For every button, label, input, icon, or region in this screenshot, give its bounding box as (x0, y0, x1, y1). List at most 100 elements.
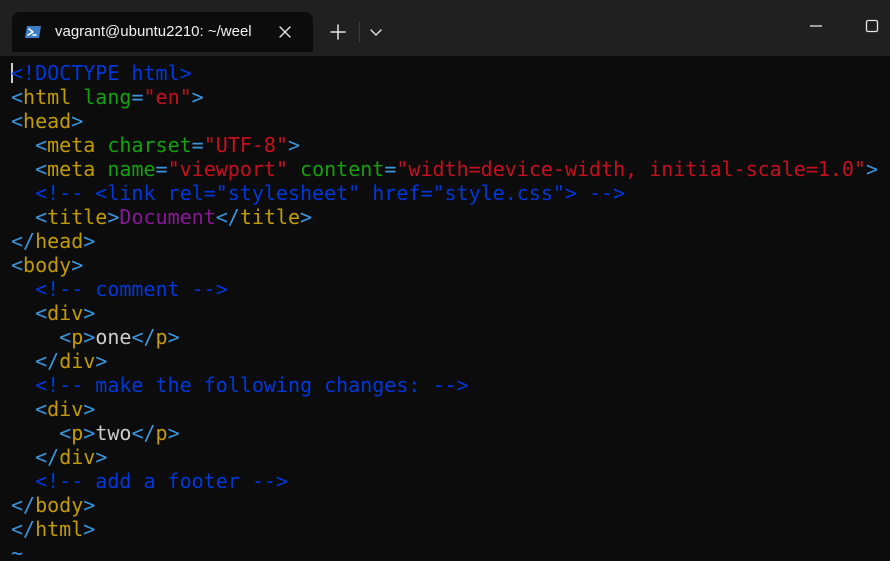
code-token: title (239, 205, 301, 229)
code-token: div (59, 349, 96, 373)
code-token: > (83, 301, 96, 325)
code-token: < (35, 301, 48, 325)
code-token: > (83, 397, 96, 421)
code-token: </ (131, 325, 156, 349)
code-token: </ (131, 421, 156, 445)
code-token: div (59, 445, 96, 469)
code-line: </div> (11, 445, 107, 469)
code-line: <!-- <link rel="stylesheet" href="style.… (11, 181, 625, 205)
code-token: "UTF-8" (203, 133, 288, 157)
code-token: div (47, 397, 84, 421)
code-token: <!-- add a footer --> (35, 469, 288, 493)
code-token: < (11, 253, 24, 277)
code-line: </html> (11, 517, 95, 541)
code-line: <!-- make the following changes: --> (11, 373, 469, 397)
code-line: <p>one</p> (11, 325, 180, 349)
code-token: </ (11, 229, 36, 253)
code-token: one (95, 325, 132, 349)
code-token: > (83, 493, 96, 517)
code-line: <meta charset="UTF-8"> (11, 133, 300, 157)
code-token: html (35, 517, 84, 541)
code-token: > (167, 421, 180, 445)
code-token: meta (47, 133, 96, 157)
code-line: <html lang="en"> (11, 85, 204, 109)
code-token: = (155, 157, 168, 181)
code-token: < (11, 85, 24, 109)
code-token: title (47, 205, 108, 229)
code-token: <!-- make the following changes: --> (35, 373, 469, 397)
maximize-icon[interactable] (860, 14, 884, 38)
terminal-editor-area[interactable]: <!DOCTYPE html> <html lang="en"> <head> <m… (0, 61, 890, 561)
code-token: > (300, 205, 313, 229)
code-line: <meta name="viewport" content="width=dev… (11, 157, 878, 181)
code-token: < (11, 109, 24, 133)
code-token: two (95, 421, 132, 445)
code-token: <!-- comment --> (35, 277, 228, 301)
code-token: < (35, 397, 48, 421)
code-token: < (35, 157, 48, 181)
code-token: <!DOCTYPE html> (11, 61, 192, 85)
code-token: > (71, 253, 84, 277)
code-token: </ (35, 445, 60, 469)
chevron-down-icon[interactable] (364, 20, 388, 44)
tab-title: vagrant@ubuntu2210: ~/weel (55, 23, 252, 40)
code-token: > (83, 517, 96, 541)
code-token: </ (35, 349, 60, 373)
code-token: < (35, 205, 48, 229)
code-line: ~ (11, 541, 23, 561)
code-token: lang (83, 85, 132, 109)
code-token: body (35, 493, 84, 517)
code-token: </ (11, 493, 36, 517)
code-token: "width=device-width, initial-scale=1.0" (396, 157, 866, 181)
close-icon[interactable] (275, 22, 295, 42)
code-token: > (71, 109, 84, 133)
code-token: = (384, 157, 397, 181)
code-token: < (59, 421, 72, 445)
code-token: > (866, 157, 879, 181)
terminal-tab[interactable]: vagrant@ubuntu2210: ~/weel (12, 12, 313, 52)
code-token: ~ (11, 541, 24, 561)
code-token: p (155, 325, 168, 349)
code-token: > (95, 445, 108, 469)
code-token: </ (11, 517, 36, 541)
code-token: body (23, 253, 72, 277)
code-token: charset (107, 133, 192, 157)
code-token: head (35, 229, 84, 253)
code-token: html (23, 85, 72, 109)
code-token: > (95, 349, 108, 373)
code-token: <!-- <link rel="stylesheet" href="style.… (35, 181, 626, 205)
code-token: < (59, 325, 72, 349)
powershell-icon (25, 26, 41, 38)
code-token: content (300, 157, 385, 181)
code-line: <!DOCTYPE html> (11, 61, 192, 85)
code-line: <head> (11, 109, 83, 133)
code-token: > (83, 421, 96, 445)
code-line: <title>Document</title> (11, 205, 312, 229)
code-token: > (288, 133, 301, 157)
code-token: > (83, 325, 96, 349)
code-line: <!-- comment --> (11, 277, 228, 301)
code-token: < (35, 133, 48, 157)
code-token: > (107, 205, 120, 229)
title-bar: vagrant@ubuntu2210: ~/weel (0, 0, 890, 56)
code-token: head (23, 109, 72, 133)
code-token: > (167, 325, 180, 349)
plus-icon[interactable] (325, 20, 351, 44)
code-line: <!-- add a footer --> (11, 469, 288, 493)
minimize-icon[interactable] (804, 14, 828, 38)
